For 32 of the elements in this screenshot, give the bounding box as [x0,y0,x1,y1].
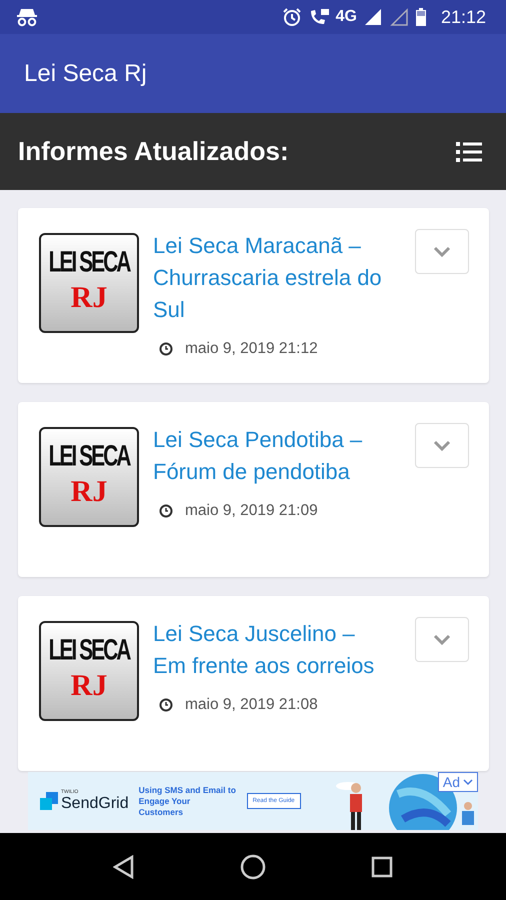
incognito-icon [16,7,38,27]
list-icon[interactable] [456,140,482,162]
chevron-down-icon [432,246,452,258]
thumbnail-logo: LEI SECA RJ [39,427,139,527]
chevron-down-icon [432,440,452,452]
home-icon[interactable] [240,854,266,880]
signal-icon [362,8,383,26]
thumbnail-logo: LEI SECA RJ [39,233,139,333]
ad-badge[interactable]: Ad [438,772,478,792]
ad-text: Using SMS and Email to Engage Your Customers [138,784,237,818]
alarm-icon [282,7,302,27]
app-title: Lei Seca Rj [24,60,147,88]
brand-logo-icon [40,792,58,810]
post-date: maio 9, 2019 21:08 [185,696,318,714]
post-date: maio 9, 2019 21:09 [185,502,318,520]
signal-empty-icon [388,8,409,26]
post-title[interactable]: Lei Seca Pendotiba – Fórum de pendotiba [153,424,391,488]
post-title[interactable]: Lei Seca Juscelino – Em frente aos correios [153,618,391,682]
recents-icon[interactable] [371,856,394,878]
section-title: Informes Atualizados: [18,136,289,167]
chevron-down-icon [432,634,452,646]
clock-icon [159,342,173,356]
clock-time: 21:12 [440,6,486,28]
battery-icon [414,7,427,27]
network-label: 4G [336,8,357,26]
back-icon[interactable] [112,854,135,878]
brand-name: SendGrid [61,795,129,813]
post-date: maio 9, 2019 21:12 [185,340,318,358]
clock-icon [159,504,173,518]
thumbnail-logo: LEI SECA RJ [39,621,139,721]
post-title[interactable]: Lei Seca Maracanã – Churrascaria estrela do Sul [153,230,391,326]
clock-icon [159,698,173,712]
